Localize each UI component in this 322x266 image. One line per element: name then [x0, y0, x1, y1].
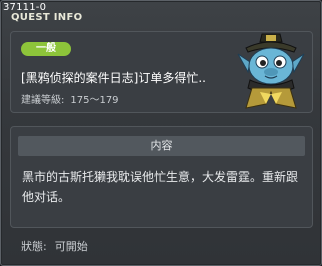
- content-header: 内容: [18, 136, 305, 156]
- status-value: 可開始: [54, 240, 88, 253]
- quest-header-panel: 一般 [黑鸦侦探的案件日志]订单多得忙.. 建議等級: 175～179: [10, 31, 313, 113]
- recommended-level: 建議等級: 175～179: [21, 91, 125, 106]
- quest-status: 狀態: 可開始: [21, 238, 96, 254]
- content-text: 黑市的古斯托獭我耽误他忙生意，大发雷霆。重新跟他对话。: [22, 170, 299, 204]
- quest-category-badge: 一般: [21, 42, 71, 56]
- quest-info-window: 37111-0 QUEST INFO 一般 [黑鸦侦探的案件日志]订单多得忙..…: [0, 0, 322, 266]
- level-label: 建議等級:: [21, 95, 65, 106]
- status-label: 狀態:: [21, 240, 47, 253]
- quest-content-panel: 内容 黑市的古斯托獭我耽误他忙生意，大发雷霆。重新跟他对话。: [10, 126, 313, 228]
- level-range: 175～179: [70, 95, 119, 106]
- goblin-npc-icon: [237, 33, 305, 109]
- quest-name: [黑鸦侦探的案件日志]订单多得忙..: [21, 71, 206, 85]
- window-title: QUEST INFO: [11, 12, 83, 23]
